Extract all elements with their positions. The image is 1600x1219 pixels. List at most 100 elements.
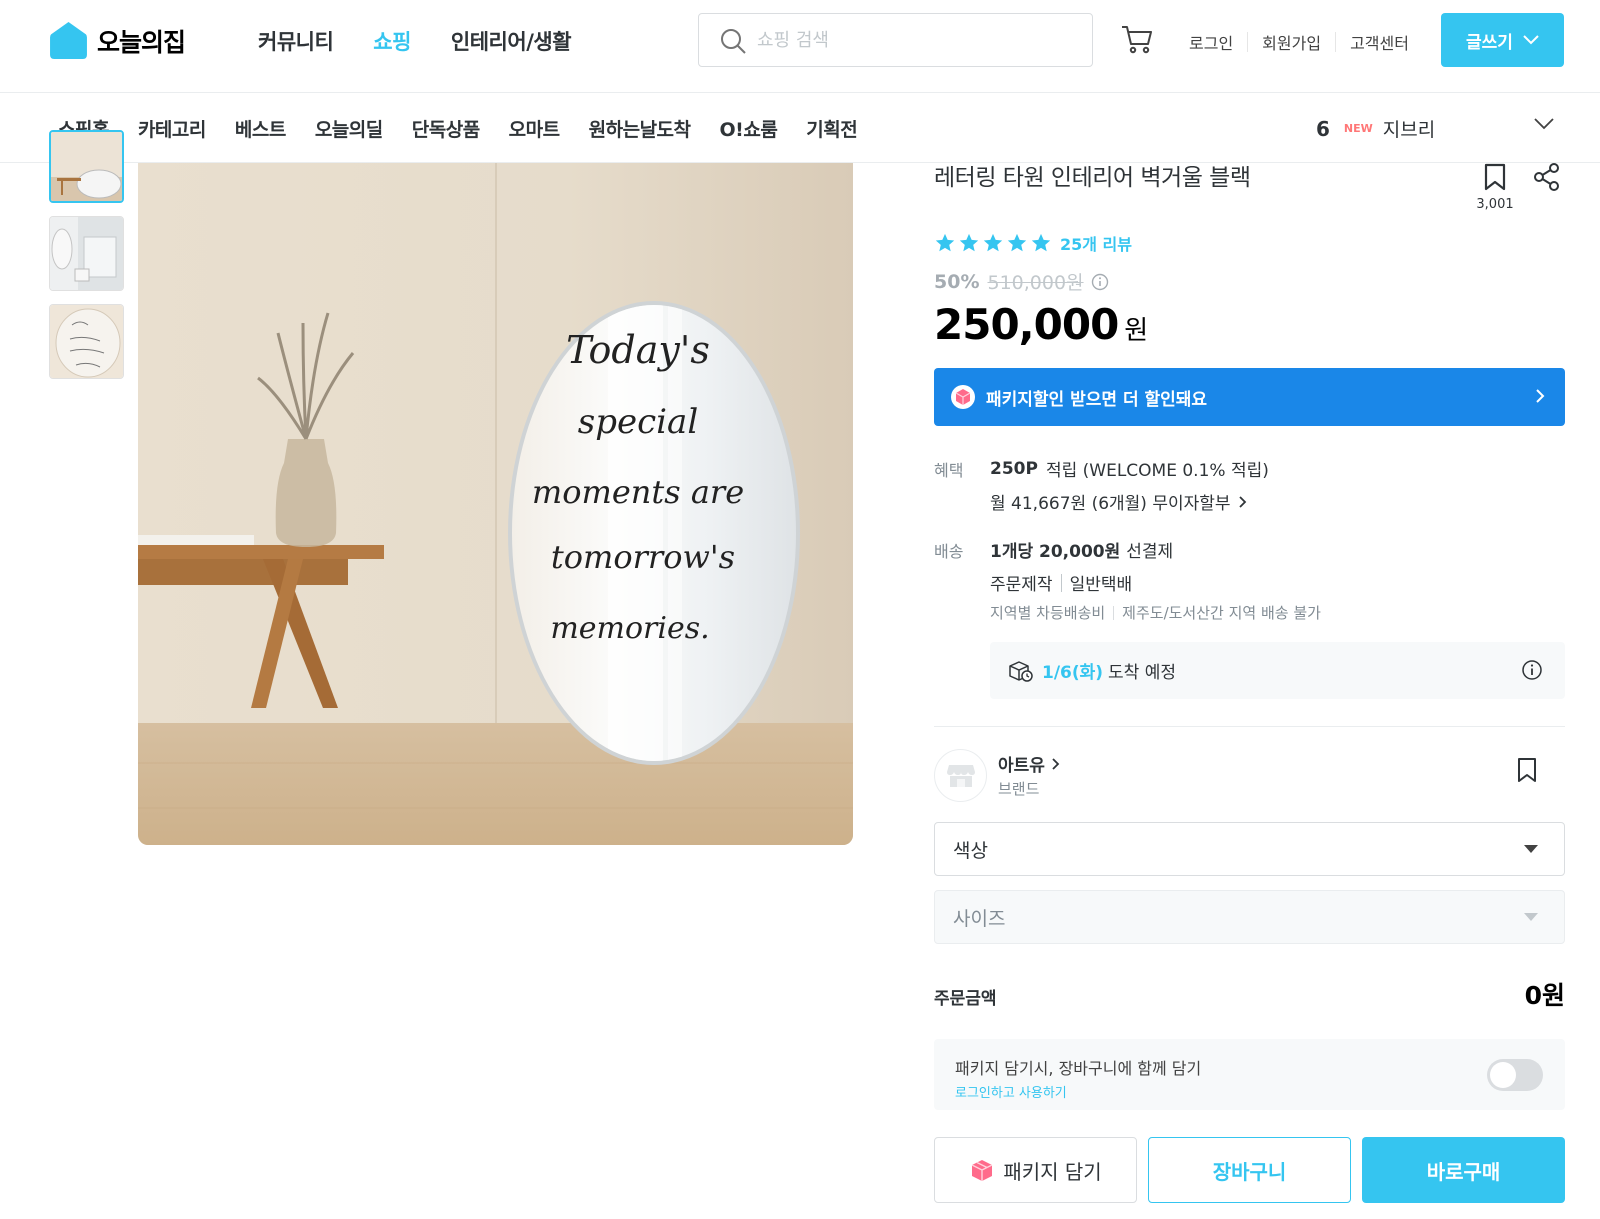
delivery-fee: 1개당 20,000원: [990, 542, 1121, 562]
info-icon[interactable]: [1091, 273, 1109, 291]
original-price: 510,000원: [987, 272, 1084, 294]
caret-down-icon: [1524, 913, 1538, 921]
package-discount-banner[interactable]: 패키지할인 받으면 더 할인돼요: [934, 368, 1565, 426]
thumbnail-1[interactable]: [49, 130, 124, 203]
search-icon[interactable]: [719, 27, 747, 55]
star-icon: [983, 233, 1003, 252]
mirror-text-line-2: special: [578, 402, 698, 442]
delivery-box-icon: [1009, 660, 1033, 682]
search-box: [698, 13, 1093, 67]
cat-category[interactable]: 카테고리: [138, 115, 206, 142]
divider: [1113, 605, 1115, 620]
delivery-fee-text: 선결제: [1126, 542, 1174, 562]
rating-stars[interactable]: 25개 리뷰: [934, 231, 1132, 255]
order-amount: 0원: [1524, 981, 1565, 1010]
size-select-label: 사이즈: [953, 907, 1006, 930]
mirror-text-line-5: memories.: [550, 611, 709, 646]
package-toggle-switch[interactable]: [1487, 1059, 1543, 1091]
delivery-type-row: 주문제작 일반택배: [990, 570, 1132, 595]
delivery-note-row: 지역별 차등배송비 제주도/도서산간 지역 배송 불가: [990, 602, 1321, 623]
cat-exhibition[interactable]: 기획전: [806, 115, 857, 142]
buy-now-button[interactable]: 바로구매: [1362, 1137, 1565, 1203]
delivery-note-regional: 지역별 차등배송비: [990, 604, 1106, 622]
package-box-icon: [971, 1160, 993, 1181]
delivery-fee-row: 1개당 20,000원 선결제: [990, 537, 1173, 562]
mirror-text-line-1: Today's: [566, 328, 710, 372]
login-link[interactable]: 로그인: [1175, 30, 1247, 54]
color-select[interactable]: 색상: [934, 822, 1565, 876]
price-row: 250,000 원: [934, 300, 1148, 349]
arrival-date: 1/6(화): [1042, 663, 1104, 683]
bookmark-icon[interactable]: [1516, 757, 1538, 783]
add-package-button[interactable]: 패키지 담기: [934, 1137, 1137, 1203]
write-button[interactable]: 글쓰기: [1441, 13, 1564, 67]
installment-text: 월 41,667원 (6개월) 무이자할부: [990, 494, 1231, 514]
star-icon: [959, 233, 979, 252]
caret-down-icon: [1524, 845, 1538, 853]
add-to-cart-button[interactable]: 장바구니: [1148, 1137, 1351, 1203]
product-title: 레터링 타원 인테리어 벽거울 블랙: [934, 165, 1251, 191]
login-to-use-link[interactable]: 로그인하고 사용하기: [955, 1082, 1067, 1101]
gnb-community[interactable]: 커뮤니티: [258, 26, 334, 56]
category-list: 쇼핑홈 카테고리 베스트 오늘의딜 단독상품 오마트 원하는날도착 O!쇼룸 기…: [58, 115, 886, 142]
product-photo: Today's special moments are tomorrow's m…: [138, 163, 853, 845]
size-select[interactable]: 사이즈: [934, 890, 1565, 944]
cat-todays-deal[interactable]: 오늘의딜: [315, 115, 383, 142]
logo[interactable]: 오늘의집: [48, 20, 186, 61]
rank-new-badge: NEW: [1343, 122, 1373, 135]
points-row: 250P 적립 (WELCOME 0.1% 적립): [990, 456, 1269, 482]
arrival-estimate: 1/6(화) 도착 예정: [990, 642, 1565, 699]
search-input[interactable]: [757, 14, 1077, 66]
main-product-image[interactable]: Today's special moments are tomorrow's m…: [138, 163, 853, 845]
delivery-type-parcel: 일반택배: [1069, 575, 1133, 595]
mirror-text-line-4: tomorrow's: [551, 538, 735, 576]
section-divider: [934, 726, 1565, 727]
cat-best[interactable]: 베스트: [235, 115, 286, 142]
customer-center-link[interactable]: 고객센터: [1336, 30, 1423, 54]
cat-omart[interactable]: 오마트: [509, 115, 560, 142]
thumbnail-3[interactable]: [49, 304, 124, 379]
top-header: 오늘의집 커뮤니티 쇼핑 인테리어/생활 로그인 회원가입 고객센터 글쓰기: [0, 0, 1600, 93]
info-icon[interactable]: [1521, 659, 1543, 681]
sale-price: 250,000: [934, 300, 1119, 349]
category-nav: 쇼핑홈 카테고리 베스트 오늘의딜 단독상품 오마트 원하는날도착 O!쇼룸 기…: [0, 93, 1600, 163]
price-unit: 원: [1124, 316, 1149, 346]
star-icon: [1007, 233, 1027, 252]
bookmark-icon[interactable]: [1483, 163, 1507, 191]
brand-avatar[interactable]: [934, 749, 987, 802]
gnb-shopping[interactable]: 쇼핑: [373, 26, 411, 56]
store-icon: [946, 764, 975, 787]
chevron-right-icon: [1052, 757, 1060, 770]
toggle-knob: [1490, 1062, 1516, 1088]
chevron-right-icon: [1536, 389, 1545, 403]
delivery-type-custom: 주문제작: [990, 575, 1053, 595]
signup-link[interactable]: 회원가입: [1248, 30, 1335, 54]
share-icon[interactable]: [1532, 162, 1562, 192]
popular-search-ranking[interactable]: 6 NEW 지브리: [1316, 115, 1435, 142]
cat-showroom[interactable]: O!쇼룸: [720, 115, 778, 142]
divider: [1060, 573, 1062, 592]
thumbnail-2[interactable]: [49, 216, 124, 291]
thumbnail-list: [49, 130, 124, 392]
add-package-label: 패키지 담기: [1003, 1159, 1102, 1184]
points-text: 적립 (WELCOME 0.1% 적립): [1045, 461, 1269, 481]
add-to-cart-label: 장바구니: [1212, 1159, 1287, 1184]
rank-number: 6: [1316, 116, 1330, 141]
chevron-down-icon[interactable]: [1534, 118, 1554, 130]
gnb-interior[interactable]: 인테리어/생활: [451, 26, 572, 56]
global-nav: 커뮤니티 쇼핑 인테리어/생활: [258, 26, 611, 56]
review-count[interactable]: 25개 리뷰: [1060, 231, 1132, 255]
cat-scheduled-delivery[interactable]: 원하는날도착: [589, 115, 691, 142]
cat-exclusive[interactable]: 단독상품: [412, 115, 480, 142]
points-amount: 250P: [990, 458, 1038, 479]
util-links: 로그인 회원가입 고객센터: [1175, 30, 1423, 54]
brand-name-link[interactable]: 아트유: [998, 751, 1060, 776]
delivery-note-island: 제주도/도서산간 지역 배송 불가: [1122, 604, 1321, 622]
order-amount-label: 주문금액: [934, 989, 997, 1009]
logo-text: 오늘의집: [97, 27, 186, 57]
color-select-label: 색상: [953, 839, 988, 862]
package-box-icon: [951, 385, 975, 409]
cart-icon[interactable]: [1120, 22, 1154, 56]
installment-row[interactable]: 월 41,667원 (6개월) 무이자할부: [990, 489, 1247, 514]
benefit-label: 혜택: [934, 461, 964, 480]
